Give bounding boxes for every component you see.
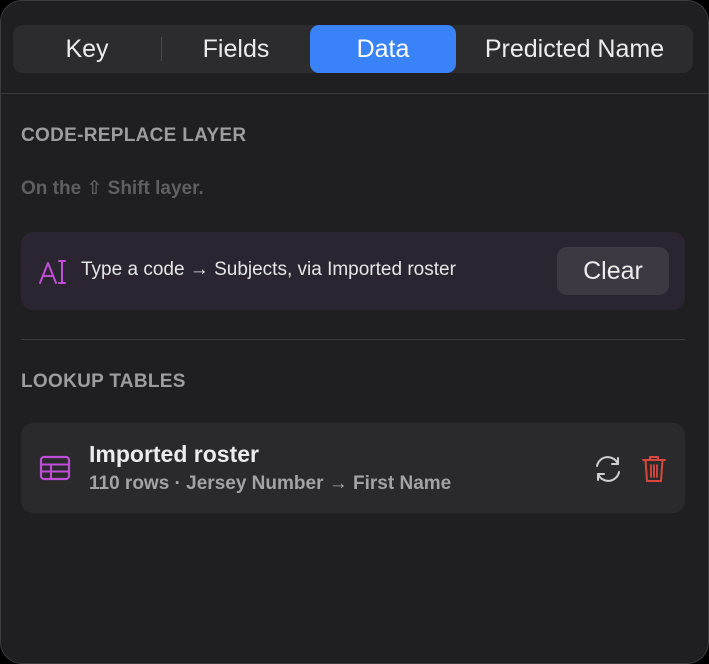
section-divider [21, 339, 685, 340]
lookup-table-meta: 110 rows · Jersey Number → First Name [89, 473, 452, 494]
table-icon [39, 455, 71, 481]
header-divider [1, 93, 708, 94]
code-replace-title: CODE-REPLACE LAYER [21, 125, 247, 146]
code-replace-row: Type a code → Subjects, via Imported ros… [21, 232, 685, 310]
refresh-icon[interactable] [593, 454, 623, 484]
clear-button[interactable]: Clear [557, 247, 669, 295]
text-cursor-icon [39, 260, 66, 284]
lookup-table-name: Imported roster [89, 441, 259, 467]
tab-bar: Key Fields Data Predicted Name [13, 25, 693, 73]
tab-fields[interactable]: Fields [162, 25, 310, 73]
lookup-tables-title: LOOKUP TABLES [21, 371, 186, 392]
trash-icon[interactable] [641, 454, 667, 484]
tab-data[interactable]: Data [310, 25, 456, 73]
code-replace-description: Type a code → Subjects, via Imported ros… [81, 259, 456, 280]
data-panel: Key Fields Data Predicted Name CODE-REPL… [0, 0, 709, 664]
lookup-table-row[interactable]: Imported roster 110 rows · Jersey Number… [21, 423, 685, 513]
tab-key[interactable]: Key [13, 25, 161, 73]
shift-layer-hint: On the ⇧ Shift layer. [21, 178, 204, 199]
tab-predicted-name[interactable]: Predicted Name [456, 25, 693, 73]
